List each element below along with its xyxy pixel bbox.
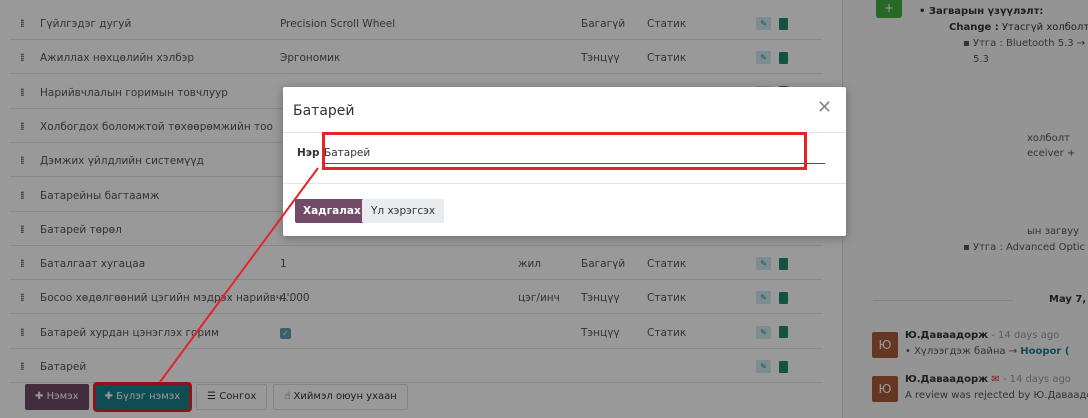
annotation-line	[159, 167, 319, 383]
annotation-arrow	[159, 167, 319, 383]
